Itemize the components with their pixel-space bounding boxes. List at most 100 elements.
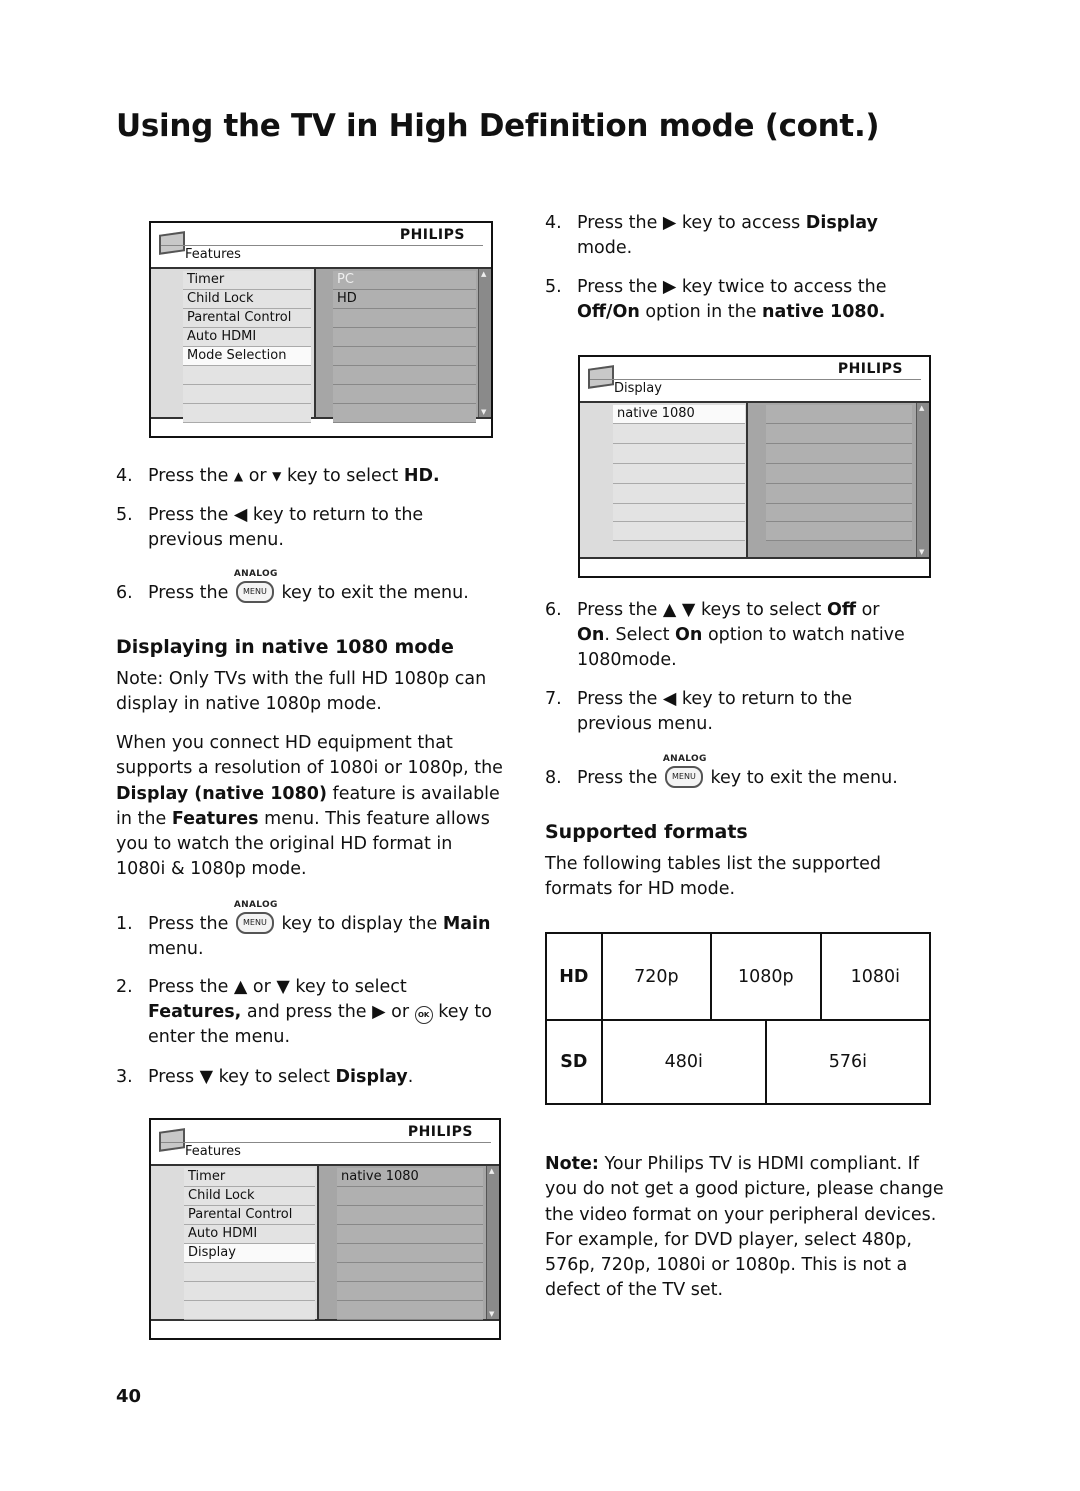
divider (161, 245, 483, 246)
menu-left-panel: native 1080 (580, 403, 746, 557)
option-item-empty (333, 366, 476, 385)
scroll-down-icon[interactable]: ▼ (919, 548, 924, 556)
menu-body: native 1080 ▲ ▼ (580, 401, 929, 559)
menu-item-empty (613, 444, 745, 464)
menu-item-empty (613, 522, 745, 541)
format-cell: 576i (764, 1019, 932, 1105)
option-item-highlighted[interactable]: PC (333, 271, 476, 290)
scrollbar[interactable]: ▲ ▼ (486, 1166, 499, 1319)
option-item-empty (337, 1244, 483, 1263)
note-full-hd: Note: Only TVs with the full HD 1080p ca… (116, 669, 487, 715)
menu-right-panel (746, 403, 917, 557)
menu-item-empty (613, 424, 745, 444)
option-item-empty (766, 484, 912, 504)
menu-item-empty (613, 484, 745, 504)
menu-item-empty (183, 385, 311, 404)
tv-menu-features-mode-selection: PHILIPS Features Timer Child Lock Parent… (149, 221, 493, 438)
page-title: Using the TV in High Definition mode (co… (116, 108, 880, 144)
menu-body: Timer Child Lock Parental Control Auto H… (151, 1164, 499, 1321)
option-item-empty (333, 385, 476, 404)
tv-menu-features-display: PHILIPS Features Timer Child Lock Parent… (149, 1118, 501, 1340)
menu-item[interactable]: Auto HDMI (183, 328, 311, 347)
menu-header: PHILIPS Features (151, 1120, 499, 1164)
menu-item-selected[interactable]: Display (184, 1244, 315, 1263)
option-item-empty (766, 405, 912, 424)
menu-item[interactable]: Parental Control (183, 309, 311, 328)
menu-left-panel: Timer Child Lock Parental Control Auto H… (151, 269, 314, 423)
option-item-empty (333, 404, 476, 423)
up-arrow-icon: ▲ (233, 469, 244, 483)
menu-item-empty (184, 1301, 315, 1320)
menu-item-selected[interactable]: native 1080 (613, 405, 745, 424)
menu-body: Timer Child Lock Parental Control Auto H… (151, 267, 491, 423)
philips-logo: PHILIPS (407, 1124, 473, 1140)
menu-item[interactable]: Timer (184, 1168, 315, 1187)
divider (161, 1142, 491, 1143)
menu-right-panel: native 1080 (317, 1166, 487, 1320)
supported-formats-intro: The following tables list the supported … (545, 854, 881, 900)
option-item-empty (333, 309, 476, 328)
divider (590, 379, 921, 380)
menu-right-panel: PC HD (314, 269, 479, 423)
menu-item-empty (184, 1282, 315, 1301)
scroll-up-icon[interactable]: ▲ (489, 1167, 494, 1175)
section-heading-supported-formats: Supported formats (545, 821, 748, 843)
format-cell: 1080p (710, 932, 822, 1021)
menu-item-empty (184, 1263, 315, 1282)
option-item-empty (337, 1225, 483, 1244)
menu-header: PHILIPS Features (151, 223, 491, 267)
menu-item-empty (183, 404, 311, 423)
tv-icon (159, 231, 185, 255)
native-1080-description: When you connect HD equipment that suppo… (116, 733, 503, 880)
option-item[interactable]: native 1080 (337, 1168, 483, 1187)
option-item-empty (766, 444, 912, 464)
option-item-empty (766, 504, 912, 522)
option-item-empty (333, 347, 476, 366)
option-item-empty (766, 522, 912, 541)
tv-icon (588, 365, 614, 389)
option-item-empty (337, 1206, 483, 1225)
scroll-down-icon[interactable]: ▼ (481, 408, 486, 416)
section-heading-native-1080: Displaying in native 1080 mode (116, 636, 454, 658)
menu-header: PHILIPS Display (580, 357, 929, 401)
option-item-empty (337, 1263, 483, 1282)
scrollbar[interactable]: ▲ ▼ (478, 269, 491, 417)
supported-formats-table: HD 720p 1080p 1080i SD 480i 576i (545, 932, 932, 1105)
scroll-up-icon[interactable]: ▲ (919, 404, 924, 412)
menu-title: Display (614, 381, 662, 396)
option-item-empty (766, 424, 912, 444)
philips-logo: PHILIPS (837, 361, 903, 377)
page-number: 40 (116, 1386, 142, 1407)
tv-menu-display: PHILIPS Display native 1080 ▲ ▼ (578, 355, 931, 578)
menu-item[interactable]: Auto HDMI (184, 1225, 315, 1244)
option-item-empty (337, 1282, 483, 1301)
menu-item-empty (613, 464, 745, 484)
menu-left-panel: Timer Child Lock Parental Control Auto H… (151, 1166, 317, 1320)
scroll-down-icon[interactable]: ▼ (489, 1310, 494, 1318)
menu-item-empty (613, 504, 745, 522)
option-item[interactable]: HD (333, 290, 476, 309)
menu-item-selected[interactable]: Mode Selection (183, 347, 311, 366)
menu-item[interactable]: Parental Control (184, 1206, 315, 1225)
menu-key-icon: ANALOG MENU (234, 569, 277, 603)
philips-logo: PHILIPS (399, 227, 465, 243)
menu-title: Features (185, 247, 241, 262)
menu-item[interactable]: Child Lock (183, 290, 311, 309)
row-label-hd: HD (545, 932, 603, 1021)
menu-item[interactable]: Child Lock (184, 1187, 315, 1206)
ok-key-icon: OK (414, 1006, 433, 1024)
menu-item-empty (183, 366, 311, 385)
option-item-empty (333, 328, 476, 347)
format-cell: 480i (600, 1019, 767, 1105)
hdmi-compliance-note: Note: Your Philips TV is HDMI compliant.… (545, 1154, 944, 1301)
option-item-empty (766, 464, 912, 484)
scroll-up-icon[interactable]: ▲ (481, 270, 486, 278)
scrollbar[interactable]: ▲ ▼ (916, 403, 929, 557)
option-item-empty (337, 1301, 483, 1320)
format-cell: 1080i (819, 932, 932, 1021)
menu-item[interactable]: Timer (183, 271, 311, 290)
menu-key-icon: ANALOG MENU (663, 754, 706, 788)
menu-key-icon: ANALOG MENU (234, 900, 277, 934)
menu-title: Features (185, 1144, 241, 1159)
table-row-sd: SD 480i 576i (545, 1019, 932, 1105)
